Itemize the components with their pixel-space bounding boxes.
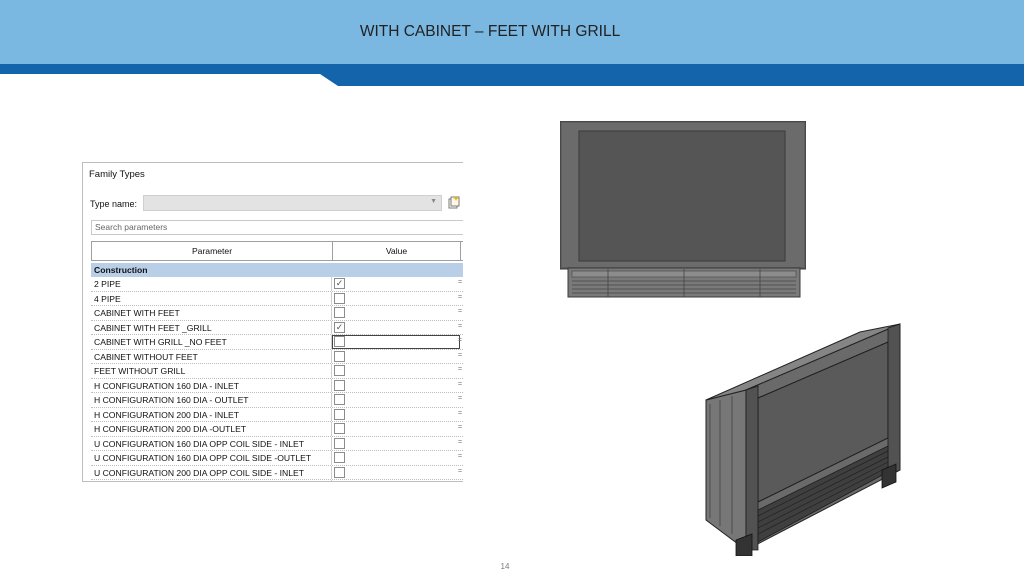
value-checkbox[interactable] <box>334 307 345 318</box>
parameter-label: 2 PIPE <box>94 279 121 289</box>
formula-marker: = <box>458 409 463 417</box>
table-row[interactable]: CABINET WITH GRILL _NO FEET = <box>91 335 463 350</box>
table-row[interactable]: H CONFIGURATION 200 DIA -OUTLET = <box>91 422 463 437</box>
value-checkbox[interactable] <box>334 394 345 405</box>
parameter-label: U CONFIGURATION 160 DIA OPP COIL SIDE - … <box>94 438 304 449</box>
column-divider <box>331 378 332 392</box>
unit-front-view-image <box>560 121 806 298</box>
table-row[interactable]: 4 PIPE = <box>91 291 463 306</box>
formula-marker: = <box>458 395 463 402</box>
search-parameters-input[interactable]: Search parameters <box>91 220 463 235</box>
column-divider <box>331 306 332 320</box>
formula-marker: = <box>458 279 463 286</box>
parameter-label: CABINET WITH FEET _GRILL <box>94 322 212 333</box>
table-row[interactable]: CABINET WITH FEET = <box>91 306 463 321</box>
value-checkbox[interactable] <box>334 408 345 420</box>
value-checkbox[interactable] <box>334 379 345 391</box>
formula-marker: = <box>458 467 463 475</box>
table-row[interactable]: 2 PIPE ✓ = <box>91 277 463 292</box>
column-divider <box>331 407 332 421</box>
table-row[interactable]: H CONFIGURATION 200 DIA - INLET = <box>91 407 463 422</box>
table-row[interactable]: U CONFIGURATION 160 DIA OPP COIL SIDE -O… <box>91 451 463 466</box>
header-band: WITH CABINET – FEET WITH GRILL <box>0 0 1024 64</box>
parameter-label: CABINET WITH FEET <box>94 308 180 318</box>
unit-isometric-view-image <box>705 323 901 556</box>
parameter-label: H CONFIGURATION 200 DIA - INLET <box>94 409 240 420</box>
page-number: 14 <box>500 562 510 571</box>
table-row[interactable]: H CONFIGURATION 160 DIA - INLET = <box>91 378 463 393</box>
formula-marker: = <box>458 293 463 301</box>
type-name-dropdown[interactable]: ▼ <box>143 195 442 211</box>
parameter-label: U CONFIGURATION 160 DIA OPP COIL SIDE -O… <box>94 453 312 463</box>
table-row[interactable]: H CONFIGURATION 160 DIA - OUTLET = <box>91 393 463 408</box>
value-checkbox[interactable]: ✓ <box>334 278 345 289</box>
parameter-label: U CONFIGURATION 200 DIA OPP COIL SIDE -O… <box>94 481 311 482</box>
value-checkbox[interactable] <box>334 350 345 362</box>
parameter-label: H CONFIGURATION 160 DIA - OUTLET <box>94 395 249 405</box>
parameters-table: Parameter Value Construction 2 PIPE ✓ = 4 P… <box>91 241 463 482</box>
table-row[interactable]: CABINET WITH FEET _GRILL ✓ = <box>91 320 463 335</box>
table-row[interactable]: CABINET WITHOUT FEET = <box>91 349 463 364</box>
value-checkbox[interactable] <box>334 292 345 304</box>
formula-marker: = <box>458 438 463 446</box>
value-cell-selected[interactable] <box>332 335 460 349</box>
table-row[interactable]: U CONFIGURATION 200 DIA OPP COIL SIDE -O… <box>91 480 463 482</box>
value-checkbox[interactable] <box>334 365 345 376</box>
value-checkbox[interactable] <box>334 481 345 482</box>
formula-marker: = <box>458 366 463 373</box>
parameter-label: U CONFIGURATION 200 DIA OPP COIL SIDE - … <box>94 467 304 478</box>
column-divider <box>331 451 332 465</box>
column-divider <box>331 480 332 481</box>
column-divider <box>331 364 332 378</box>
formula-marker: = <box>458 322 463 330</box>
search-placeholder: Search parameters <box>95 222 168 232</box>
column-divider <box>331 349 332 363</box>
parameter-label: CABINET WITH GRILL _NO FEET <box>94 337 227 347</box>
column-divider <box>331 277 332 291</box>
value-checkbox[interactable] <box>334 466 345 478</box>
type-name-label: Type name: <box>90 199 138 209</box>
chevron-down-icon: ▼ <box>430 198 437 205</box>
value-checkbox[interactable] <box>334 336 345 347</box>
family-types-dialog: Family Types Type name: ▼ Search paramet… <box>82 162 463 482</box>
value-checkbox[interactable] <box>334 452 345 463</box>
column-divider <box>331 393 332 407</box>
formula-marker: = <box>458 337 463 344</box>
column-divider <box>331 320 332 334</box>
column-divider <box>331 436 332 450</box>
table-row[interactable]: FEET WITHOUT GRILL = <box>91 364 463 379</box>
table-row[interactable]: U CONFIGURATION 160 DIA OPP COIL SIDE - … <box>91 436 463 451</box>
parameter-label: H CONFIGURATION 200 DIA -OUTLET <box>94 424 247 434</box>
value-checkbox[interactable] <box>334 423 345 434</box>
formula-marker: = <box>458 453 463 460</box>
column-divider <box>331 465 332 479</box>
formula-marker: = <box>458 308 463 315</box>
table-header: Parameter Value <box>91 241 463 261</box>
header-accent-bar <box>0 64 1024 86</box>
table-row[interactable]: U CONFIGURATION 200 DIA OPP COIL SIDE - … <box>91 465 463 480</box>
parameter-label: H CONFIGURATION 160 DIA - INLET <box>94 380 240 391</box>
value-checkbox[interactable]: ✓ <box>334 321 345 333</box>
dialog-title: Family Types <box>89 169 145 180</box>
value-checkbox[interactable] <box>334 437 345 449</box>
parameter-label: 4 PIPE <box>94 293 121 304</box>
slide-title: WITH CABINET – FEET WITH GRILL <box>359 23 621 40</box>
column-divider <box>331 291 332 305</box>
parameter-label: FEET WITHOUT GRILL <box>94 366 186 376</box>
parameter-label: CABINET WITHOUT FEET <box>94 351 198 362</box>
column-header-parameter[interactable]: Parameter <box>92 242 333 260</box>
formula-marker: = <box>458 351 463 359</box>
parameter-rows: 2 PIPE ✓ = 4 PIPE = CABINET WITH FEET = CABINET… <box>91 277 463 482</box>
group-header-construction[interactable]: Construction <box>91 263 463 277</box>
column-header-value[interactable]: Value <box>333 242 461 260</box>
column-divider <box>331 422 332 436</box>
new-type-icon[interactable] <box>448 196 460 209</box>
formula-marker: = <box>458 424 463 431</box>
formula-marker: = <box>458 380 463 388</box>
